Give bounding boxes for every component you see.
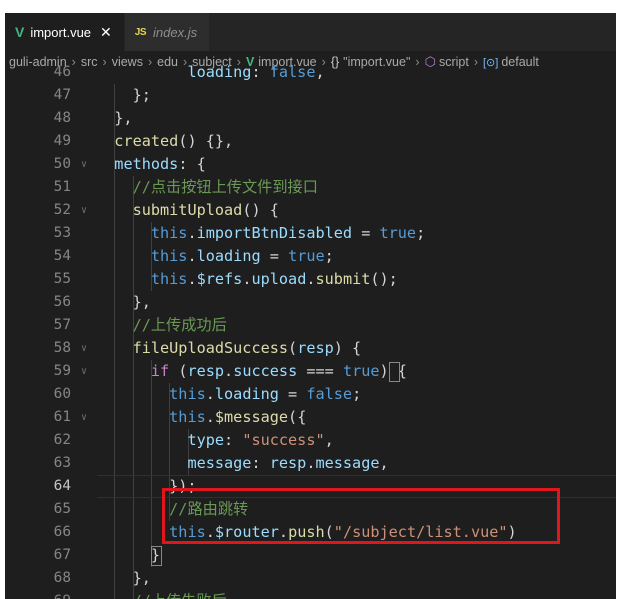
- code-line[interactable]: 60 this.loading = false;: [5, 383, 616, 406]
- code-text: //点击按钮上传文件到接口: [132, 178, 318, 196]
- code-text: },: [96, 109, 133, 127]
- code-text: },: [96, 569, 151, 587]
- code-text: message: resp.message,: [187, 454, 389, 472]
- js-file-icon: JS: [134, 26, 147, 38]
- line-number: 59: [53, 363, 71, 379]
- code-line[interactable]: 58 ∨ fileUploadSuccess(resp) {: [5, 337, 616, 360]
- line-number: 54: [53, 248, 71, 264]
- code-area[interactable]: 46 loading: false, 47 }; 48 }, 49 created()…: [5, 63, 616, 599]
- line-number: 62: [53, 432, 71, 448]
- line-number: 66: [53, 524, 71, 540]
- line-number: 51: [53, 179, 71, 195]
- code-line[interactable]: 67 }: [5, 544, 616, 567]
- bracket-match: [150, 546, 162, 566]
- highlight-box: [162, 488, 560, 544]
- line-number: 58: [53, 340, 71, 356]
- code-text: created() {},: [114, 132, 234, 150]
- vue-file-icon: V: [15, 24, 25, 40]
- chevron-down-icon[interactable]: ∨: [81, 360, 87, 383]
- code-line[interactable]: 53 this.importBtnDisabled = true;: [5, 222, 616, 245]
- code-line[interactable]: 69 //上传失败后: [5, 590, 616, 599]
- code-line[interactable]: 46 loading: false,: [5, 61, 616, 84]
- tab-bar: V import.vue ✕ JS index.js: [5, 13, 616, 51]
- code-line[interactable]: 47 };: [5, 84, 616, 107]
- line-number: 50: [53, 156, 71, 172]
- code-line[interactable]: 49 created() {},: [5, 130, 616, 153]
- chevron-down-icon[interactable]: ∨: [81, 199, 87, 222]
- code-line[interactable]: 57 //上传成功后: [5, 314, 616, 337]
- line-number: 47: [53, 87, 71, 103]
- code-line[interactable]: 68 },: [5, 567, 616, 590]
- line-number: 57: [53, 317, 71, 333]
- code-text: this.loading = false;: [169, 385, 362, 403]
- code-line[interactable]: 61 ∨ this.$message({: [5, 406, 616, 429]
- code-line[interactable]: 62 type: "success",: [5, 429, 616, 452]
- tab-index-js[interactable]: JS index.js: [124, 13, 211, 51]
- code-text: methods: {: [114, 155, 206, 173]
- code-text: //上传成功后: [132, 316, 227, 334]
- code-line[interactable]: 48 },: [5, 107, 616, 130]
- code-text: },: [96, 293, 151, 311]
- code-line[interactable]: 50 ∨ methods: {: [5, 153, 616, 176]
- line-number: 48: [53, 110, 71, 126]
- code-line[interactable]: 59 ∨ if (resp.success === true) {: [5, 360, 616, 383]
- line-number: 61: [53, 409, 71, 425]
- tab-label: index.js: [153, 24, 198, 40]
- code-line[interactable]: 52 ∨ submitUpload() {: [5, 199, 616, 222]
- code-text: };: [96, 86, 151, 104]
- line-number: 68: [53, 570, 71, 586]
- line-number: 46: [53, 64, 71, 80]
- page-margin: [616, 0, 634, 599]
- code-text: type: "success",: [187, 431, 334, 449]
- line-number: 67: [53, 547, 71, 563]
- code-text: //上传失败后: [96, 590, 227, 599]
- chevron-down-icon[interactable]: ∨: [81, 406, 87, 429]
- code-line[interactable]: 55 this.$refs.upload.submit();: [5, 268, 616, 291]
- line-number: 60: [53, 386, 71, 402]
- code-line[interactable]: 51 //点击按钮上传文件到接口: [5, 176, 616, 199]
- code-line[interactable]: 54 this.loading = true;: [5, 245, 616, 268]
- code-text: loading: false,: [187, 63, 325, 81]
- code-text: this.importBtnDisabled = true;: [150, 224, 426, 242]
- code-text: this.loading = true;: [150, 247, 334, 265]
- code-editor: V import.vue ✕ JS index.js guli-admin › …: [5, 13, 616, 599]
- tab-label: import.vue: [30, 24, 92, 40]
- code-text: this.$message({: [169, 408, 307, 426]
- line-number: 64: [53, 478, 71, 494]
- line-number: 63: [53, 455, 71, 471]
- close-icon[interactable]: ✕: [100, 24, 112, 41]
- line-number: 65: [53, 501, 71, 517]
- line-number: 55: [53, 271, 71, 287]
- line-number: 49: [53, 133, 71, 149]
- code-line[interactable]: 63 message: resp.message,: [5, 452, 616, 475]
- line-number: 56: [53, 294, 71, 310]
- code-text: submitUpload() {: [132, 201, 279, 219]
- chevron-down-icon[interactable]: ∨: [81, 337, 87, 360]
- tab-import-vue[interactable]: V import.vue ✕: [5, 13, 125, 51]
- chevron-down-icon[interactable]: ∨: [81, 153, 87, 176]
- line-number: 52: [53, 202, 71, 218]
- code-text: this.$refs.upload.submit();: [150, 270, 398, 288]
- line-number: 53: [53, 225, 71, 241]
- bracket-match: [388, 362, 400, 382]
- code-line[interactable]: 56 },: [5, 291, 616, 314]
- line-number: 69: [5, 590, 71, 599]
- code-text: if (resp.success === true) {: [150, 362, 407, 380]
- code-text: fileUploadSuccess(resp) {: [132, 339, 362, 357]
